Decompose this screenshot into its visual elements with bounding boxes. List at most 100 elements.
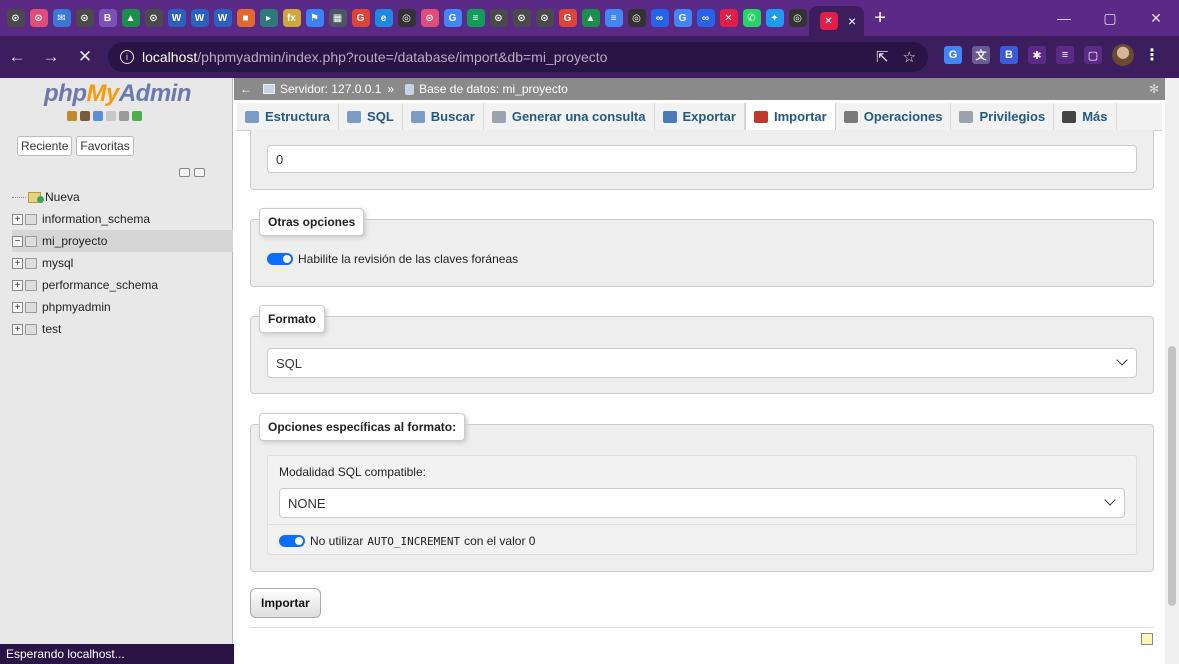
expand-icon[interactable]: + xyxy=(12,279,23,291)
tab-privilegios[interactable]: Privilegios xyxy=(951,103,1055,130)
back-arrow-icon[interactable]: ← xyxy=(0,47,34,67)
docs-icon[interactable] xyxy=(106,111,116,121)
stop-loading-icon[interactable]: ✕ xyxy=(68,47,102,67)
expand-icon[interactable]: + xyxy=(12,213,23,225)
sidebar-item-phpmyadmin[interactable]: + phpmyadmin xyxy=(12,296,233,318)
github-icon[interactable]: ◎ xyxy=(397,9,416,27)
whatsapp-icon[interactable]: ✆ xyxy=(742,9,761,27)
drive-icon[interactable]: ▲ xyxy=(581,9,600,27)
breadcrumb-server[interactable]: Servidor: 127.0.0.1 xyxy=(280,82,381,96)
foreign-keys-toggle[interactable] xyxy=(267,253,293,265)
breadcrumb-database[interactable]: Base de datos: mi_proyecto xyxy=(419,82,568,96)
queue-icon[interactable]: ≡ xyxy=(1056,46,1074,64)
expand-icon[interactable]: + xyxy=(12,323,23,335)
bootstrap-icon[interactable]: B xyxy=(98,9,117,27)
flag-icon[interactable]: ⚑ xyxy=(305,9,324,27)
tab-exportar[interactable]: Exportar xyxy=(655,103,745,130)
exit-icon[interactable] xyxy=(80,111,90,121)
e-icon[interactable]: e xyxy=(374,9,393,27)
settings-icon[interactable] xyxy=(119,111,129,121)
auto-increment-toggle-row[interactable]: No utilizar AUTO_INCREMENT con el valor … xyxy=(279,534,535,548)
favorites-button[interactable]: Favoritas xyxy=(76,136,134,156)
tab-operaciones[interactable]: Operaciones xyxy=(836,103,952,130)
address-bar[interactable]: i localhost/phpmyadmin/index.php?route=/… xyxy=(108,42,928,72)
infinity-icon[interactable]: ∞ xyxy=(650,9,669,27)
expand-icon[interactable]: + xyxy=(12,257,23,269)
share-icon[interactable]: ⇱ xyxy=(876,48,889,66)
translate-icon[interactable]: G xyxy=(673,9,692,27)
sidebar-item-information-schema[interactable]: + information_schema xyxy=(12,208,233,230)
puzzle-icon[interactable]: ✱ xyxy=(1028,46,1046,64)
google-icon[interactable]: G xyxy=(558,9,577,27)
chrome-icon[interactable]: ⊙ xyxy=(75,9,94,27)
twitter-icon[interactable]: ✦ xyxy=(765,9,784,27)
new-database-item[interactable]: Nueva xyxy=(12,186,233,208)
drive-icon[interactable]: ▲ xyxy=(121,9,140,27)
browser-menu-icon[interactable]: ⋮ xyxy=(1144,45,1160,65)
translate-icon[interactable]: G xyxy=(944,46,962,64)
dictionary-icon[interactable]: 文 xyxy=(972,46,990,64)
expand-icon[interactable]: − xyxy=(12,235,23,247)
windows-icon[interactable]: ■ xyxy=(236,9,255,27)
page-scrollbar[interactable] xyxy=(1165,78,1179,664)
chrome-icon[interactable]: ⊙ xyxy=(512,9,531,27)
format-select[interactable]: SQL xyxy=(267,348,1137,378)
auto-increment-toggle[interactable] xyxy=(279,535,305,547)
foreign-keys-toggle-row[interactable]: Habilite la revisión de las claves forán… xyxy=(267,252,518,266)
sidepanel-icon[interactable]: ▢ xyxy=(1084,46,1102,64)
w-icon[interactable]: W xyxy=(167,9,186,27)
chrome-icon[interactable]: ⊙ xyxy=(144,9,163,27)
reload-icon[interactable] xyxy=(132,111,142,121)
collapse-all-icon[interactable] xyxy=(179,168,190,177)
home-icon[interactable] xyxy=(67,111,77,121)
import-submit-button[interactable]: Importar xyxy=(250,588,321,618)
chrome-icon[interactable]: ⊙ xyxy=(489,9,508,27)
formula-icon[interactable]: fx xyxy=(282,9,301,27)
tab-sql[interactable]: SQL xyxy=(339,103,403,130)
bookmark-star-icon[interactable]: ☆ xyxy=(903,48,916,66)
avatar[interactable] xyxy=(1112,44,1134,66)
tab-estructura[interactable]: Estructura xyxy=(237,103,340,130)
sidebar-item-test[interactable]: + test xyxy=(12,318,233,340)
expand-icon[interactable]: + xyxy=(12,301,23,313)
help-icon[interactable] xyxy=(93,111,103,121)
sidebar-item-mi-proyecto[interactable]: − mi_proyecto xyxy=(12,230,233,252)
skip-queries-input[interactable]: 0 xyxy=(267,145,1137,173)
w-icon[interactable]: W xyxy=(213,9,232,27)
tab-generar-consulta[interactable]: Generar una consulta xyxy=(484,103,655,130)
close-window-icon[interactable]: ✕ xyxy=(1133,10,1179,27)
google-icon[interactable]: G xyxy=(351,9,370,27)
infinity-icon[interactable]: ∞ xyxy=(696,9,715,27)
phpmyadmin-logo[interactable]: phpMyAdmin xyxy=(44,80,192,108)
docs-icon[interactable]: ≡ xyxy=(604,9,623,27)
site-info-icon[interactable]: i xyxy=(120,50,134,64)
github-icon[interactable]: ◎ xyxy=(788,9,807,27)
recent-button[interactable]: Reciente xyxy=(17,136,73,156)
app-icon[interactable]: ⊙ xyxy=(29,9,48,27)
app-icon[interactable]: ⊙ xyxy=(420,9,439,27)
maximize-icon[interactable]: ▢ xyxy=(1087,10,1133,27)
sidebar-item-mysql[interactable]: + mysql xyxy=(12,252,233,274)
app-icon[interactable]: ▸ xyxy=(259,9,278,27)
tab-close-icon[interactable]: × xyxy=(848,13,856,29)
back-arrow-icon[interactable]: ← xyxy=(240,82,252,96)
console-icon[interactable] xyxy=(1141,633,1153,645)
new-tab-button[interactable]: + xyxy=(874,7,886,30)
b-icon[interactable]: B xyxy=(1000,46,1018,64)
active-tab[interactable]: ✕ × xyxy=(809,6,865,36)
tab-buscar[interactable]: Buscar xyxy=(403,103,484,130)
link-icon[interactable] xyxy=(194,168,205,177)
chrome-icon[interactable]: ⊙ xyxy=(535,9,554,27)
x-icon[interactable]: ✕ xyxy=(719,9,738,27)
sidebar-item-performance-schema[interactable]: + performance_schema xyxy=(12,274,233,296)
tab-importar[interactable]: Importar xyxy=(744,103,836,130)
scrollbar-thumb[interactable] xyxy=(1168,346,1176,606)
tab-mas[interactable]: Más xyxy=(1054,103,1117,130)
github-icon[interactable]: ◎ xyxy=(627,9,646,27)
sql-mode-select[interactable]: NONE xyxy=(279,488,1125,518)
sheets-icon[interactable]: ≡ xyxy=(466,9,485,27)
minimize-icon[interactable]: — xyxy=(1041,10,1087,26)
gear-icon[interactable]: ✻ xyxy=(1149,82,1159,96)
translate-icon[interactable]: G xyxy=(443,9,462,27)
grid-icon[interactable]: ▦ xyxy=(328,9,347,27)
